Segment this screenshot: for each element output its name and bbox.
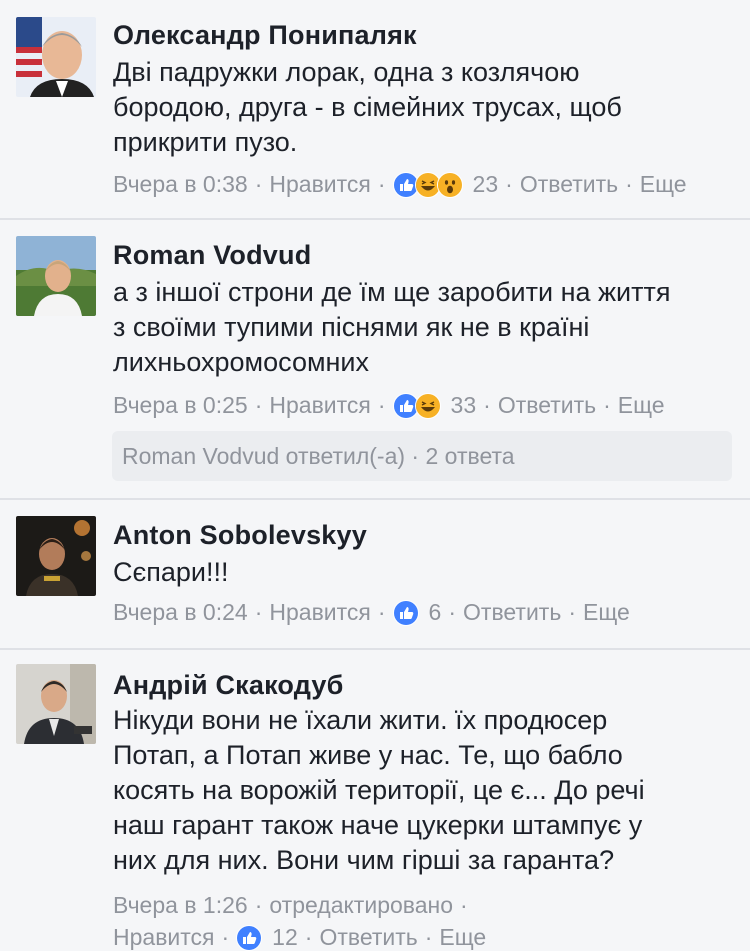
comment-line: них для них. Вони чим гірші за гаранта? (113, 845, 615, 875)
avatar[interactable] (16, 236, 96, 316)
comment-author[interactable]: Roman Vodvud (113, 240, 311, 271)
comment-line: наш гарант також наче цукерки штампує у (113, 810, 643, 840)
reaction-count[interactable]: 23 (473, 171, 499, 198)
comment-text: а з іншої строни де їм ще заробити на жи… (113, 275, 733, 380)
reaction-count[interactable]: 6 (429, 599, 442, 626)
comment-author[interactable]: Андрій Скакодуб (113, 670, 344, 701)
like-button[interactable]: Нравится (269, 171, 371, 198)
more-button[interactable]: Еще (618, 392, 665, 419)
like-button[interactable]: Нравится (113, 924, 215, 951)
comment-line: а з іншої строни де їм ще заробити на жи… (113, 277, 671, 307)
comment-timestamp[interactable]: Вчера в 0:24 (113, 599, 248, 626)
haha-icon (414, 392, 441, 419)
wow-icon (436, 171, 463, 198)
comment-timestamp[interactable]: Вчера в 0:38 (113, 171, 248, 198)
comment-text: Нікуди вони не їхали жити. їх продюсер П… (113, 703, 733, 878)
like-button[interactable]: Нравится (269, 392, 371, 419)
comment-item: Олександр Понипаляк Дві падружки лорак, … (0, 0, 750, 220)
comment-item: Anton Sobolevskyy Сєпари!!! Вчера в 0:24… (0, 498, 750, 650)
reactions-summary[interactable] (392, 171, 463, 198)
avatar[interactable] (16, 17, 96, 97)
comment-meta: Вчера в 0:25 · Нравится · 33 · Ответить … (113, 392, 665, 419)
avatar[interactable] (16, 664, 96, 744)
comment-meta: Вчера в 1:26 · отредактировано · (113, 892, 468, 919)
comment-text: Сєпари!!! (113, 555, 733, 590)
comment-timestamp[interactable]: Вчера в 0:25 (113, 392, 248, 419)
reaction-count[interactable]: 12 (272, 924, 298, 951)
like-icon (392, 599, 419, 626)
comment-line: косять на ворожій території, це є... До … (113, 775, 645, 805)
edited-label: отредактировано (269, 892, 454, 918)
avatar[interactable] (16, 516, 96, 596)
comment-line: лихньохромосомних (113, 347, 370, 377)
like-button[interactable]: Нравится (269, 599, 371, 626)
comment-line: Потап, а Потап живе у нас. Те, що бабло (113, 740, 623, 770)
reply-button[interactable]: Ответить (520, 171, 618, 198)
comment-item: Андрій Скакодуб Нікуди вони не їхали жит… (0, 648, 750, 951)
view-replies-link[interactable]: Roman Vodvud ответил(-а) · 2 ответа (112, 431, 732, 481)
reactions-summary[interactable] (236, 924, 263, 951)
comment-author[interactable]: Anton Sobolevskyy (113, 520, 367, 551)
reaction-count[interactable]: 33 (451, 392, 477, 419)
comment-line: бородою, друга - в сімейних трусах, щоб (113, 92, 622, 122)
comment-author[interactable]: Олександр Понипаляк (113, 20, 417, 51)
reply-button[interactable]: Ответить (498, 392, 596, 419)
comment-item: Roman Vodvud а з іншої строни де їм ще з… (0, 218, 750, 500)
reply-button[interactable]: Ответить (319, 924, 417, 951)
comment-meta-row-2: Нравится · 12 · Ответить · Еще (113, 924, 487, 951)
comment-line: Сєпари!!! (113, 557, 229, 587)
more-button[interactable]: Еще (583, 599, 630, 626)
like-icon (236, 924, 263, 951)
comment-timestamp[interactable]: Вчера в 1:26 (113, 892, 248, 919)
comment-line: Дві падружки лорак, одна з козлячою (113, 57, 580, 87)
comment-meta: Вчера в 0:24 · Нравится · 6 · Ответить ·… (113, 599, 630, 626)
reactions-summary[interactable] (392, 599, 419, 626)
reply-button[interactable]: Ответить (463, 599, 561, 626)
comment-line: з своїми тупими піснями як не в країні (113, 312, 590, 342)
reactions-summary[interactable] (392, 392, 441, 419)
comment-meta: Вчера в 0:38 · Нравится · 23 · Ответить … (113, 171, 687, 198)
more-button[interactable]: Еще (640, 171, 687, 198)
comment-line: Нікуди вони не їхали жити. їх продюсер (113, 705, 608, 735)
comment-line: прикрити пузо. (113, 127, 298, 157)
comment-text: Дві падружки лорак, одна з козлячою боро… (113, 55, 733, 160)
more-button[interactable]: Еще (439, 924, 486, 951)
